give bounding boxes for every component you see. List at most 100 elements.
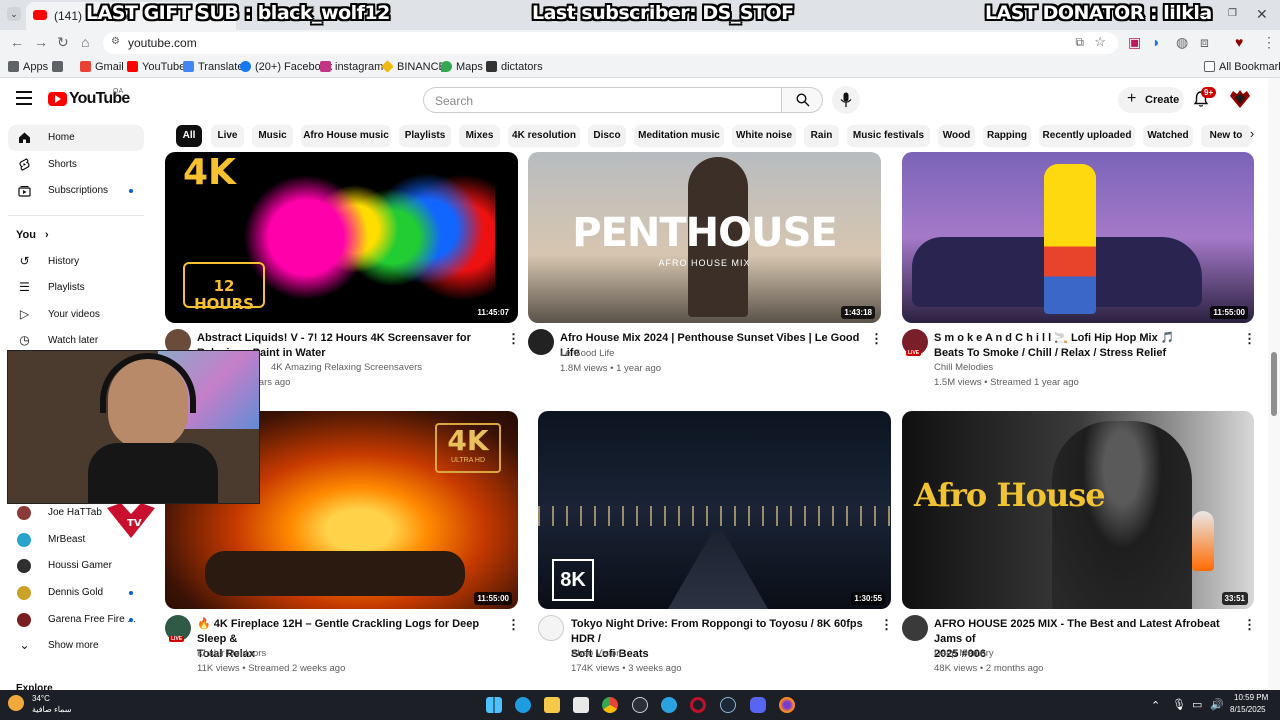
channel-avatar[interactable] [538, 615, 564, 641]
bookmark-youtube[interactable]: YouTube [127, 61, 185, 73]
chip-music[interactable]: Music [252, 125, 293, 147]
more-options-icon[interactable]: ⋮ [507, 617, 520, 633]
chip-mixes[interactable]: Mixes [459, 125, 500, 147]
scrollbar-thumb[interactable] [1271, 352, 1277, 416]
all-bookmarks[interactable]: All Bookmarks [1204, 61, 1280, 73]
sidebar-sub-garena-free-fire[interactable]: Garena Free Fire ... [8, 607, 144, 633]
search-input[interactable]: Search [423, 87, 782, 113]
tray-chevron-up-icon[interactable]: ⌃ [1151, 699, 1160, 712]
search-button[interactable] [781, 87, 823, 113]
chip-meditation-music[interactable]: Meditation music [634, 125, 724, 147]
account-avatar[interactable] [1229, 89, 1251, 109]
telegram-icon[interactable] [661, 697, 677, 713]
video-title[interactable]: S m o k e A n d C h i l l 🚬 Lofi Hip Hop… [934, 331, 1234, 361]
extension-icon-2[interactable]: ◗ [1152, 34, 1160, 50]
bookmark-translate[interactable]: Translate [183, 61, 243, 73]
tab-search-icon[interactable]: ⌄ [7, 7, 21, 21]
firefox-icon[interactable] [779, 697, 795, 713]
file-explorer-icon[interactable] [544, 697, 560, 713]
video-thumbnail-3[interactable]: 11:55:00 [902, 152, 1254, 323]
sidebar-item-shorts[interactable]: Shorts [8, 152, 144, 178]
home-browser-icon[interactable]: ⌂ [81, 34, 89, 50]
sidebar-show-more[interactable]: ⌄ Show more [8, 633, 144, 659]
chevron-right-icon[interactable]: › [1242, 126, 1262, 146]
chip-wood[interactable]: Wood [938, 125, 975, 147]
site-info-icon[interactable]: ⚙ [111, 36, 120, 47]
bookmark-instagram[interactable]: instagram [320, 61, 383, 73]
video-channel[interactable]: Chill Melodies [934, 360, 993, 375]
bookmark-maps[interactable]: Maps [441, 61, 483, 73]
extensions-puzzle-icon[interactable]: ⧈ [1200, 34, 1209, 51]
chip-live[interactable]: Live [211, 125, 244, 147]
video-channel[interactable]: Khabir Outdoors [197, 646, 266, 661]
video-channel[interactable]: Abao Vision [571, 646, 622, 661]
sidebar-sub-houssi-gamer[interactable]: Houssi Gamer [8, 553, 144, 579]
sidebar-item-home[interactable]: Home [8, 125, 144, 151]
url-field[interactable]: ⚙ youtube.com ⧉ ☆ [103, 32, 1118, 54]
bookmark-gmail[interactable]: Gmail [80, 61, 124, 73]
menu-icon[interactable] [16, 91, 32, 105]
video-channel[interactable]: 4K Amazing Relaxing Screensavers [271, 360, 422, 375]
create-button[interactable]: + Create [1118, 87, 1184, 113]
windows-start-icon[interactable] [486, 697, 502, 713]
video-thumbnail-5[interactable]: 8K 1:30:55 [538, 411, 891, 609]
edge-icon[interactable] [515, 697, 531, 713]
bookmark-facebook[interactable]: (20+) Facebook [240, 61, 332, 73]
extension-icon-1[interactable]: ▣ [1128, 34, 1141, 51]
restore-icon[interactable]: ❐ [1228, 8, 1237, 19]
channel-avatar[interactable] [528, 329, 554, 355]
chip-all[interactable]: All [176, 125, 202, 147]
store-icon[interactable] [573, 697, 589, 713]
profile-icon[interactable]: ♥ [1235, 34, 1243, 50]
chip-rapping[interactable]: Rapping [983, 125, 1031, 147]
more-options-icon[interactable]: ⋮ [880, 617, 893, 633]
close-window-icon[interactable]: ✕ [1256, 6, 1268, 23]
sidebar-item-history[interactable]: ↺ History [8, 249, 144, 275]
chip-recently-uploaded[interactable]: Recently uploaded [1039, 125, 1135, 147]
chip-disco[interactable]: Disco [588, 125, 626, 147]
more-options-icon[interactable]: ⋮ [507, 331, 520, 347]
reload-icon[interactable]: ↻ [57, 34, 69, 51]
steam-icon[interactable] [720, 697, 736, 713]
tray-mic-icon[interactable]: 🎙 [1172, 698, 1186, 711]
chatgpt-icon[interactable] [632, 697, 648, 713]
sidebar-you-header[interactable]: You › [16, 229, 49, 241]
video-thumbnail-6[interactable]: Afro House 33:51 [902, 411, 1254, 609]
chip-white-noise[interactable]: White noise [732, 125, 796, 147]
clock-date[interactable]: 8/15/2025 [1230, 705, 1266, 714]
chip-afro-house-music[interactable]: Afro House music [301, 125, 391, 147]
chip-watched[interactable]: Watched [1143, 125, 1193, 147]
chrome-menu-icon[interactable]: ⋮ [1262, 34, 1276, 51]
opera-icon[interactable] [690, 697, 706, 713]
video-thumbnail-1[interactable]: 4K 12 HOURS 11:45:07 [165, 152, 518, 323]
sidebar-item-playlists[interactable]: ☰ Playlists [8, 275, 144, 301]
sidebar-item-your-videos[interactable]: ▷ Your videos [8, 302, 144, 328]
sidebar-sub-dennis-gold[interactable]: Dennis Gold [8, 580, 144, 606]
more-options-icon[interactable]: ⋮ [1243, 617, 1256, 633]
minimize-icon[interactable]: – [1198, 6, 1206, 22]
tray-volume-icon[interactable]: 🔊 [1210, 698, 1224, 711]
bookmark-star-icon[interactable]: ☆ [1094, 34, 1106, 50]
chip-music-festivals[interactable]: Music festivals [847, 125, 930, 147]
chip-rain[interactable]: Rain [804, 125, 839, 147]
voice-search-button[interactable] [832, 86, 860, 114]
back-icon[interactable]: ← [10, 34, 24, 50]
discord-icon[interactable] [750, 697, 766, 713]
bookmark-dictators[interactable]: dictators [486, 61, 543, 73]
extension-icon-3[interactable]: ◍ [1176, 34, 1188, 51]
install-icon[interactable]: ⧉ [1075, 35, 1084, 50]
bookmark-apps[interactable]: Apps [8, 61, 48, 73]
bookmark-binance[interactable]: BINANCE [381, 60, 446, 73]
video-channel[interactable]: Le Good Life [560, 346, 614, 361]
more-options-icon[interactable]: ⋮ [870, 331, 883, 347]
weather-widget[interactable]: 34°C سماء صافية [8, 693, 88, 717]
chip-4k-resolution[interactable]: 4K resolution [508, 125, 580, 147]
sidebar-item-subscriptions[interactable]: Subscriptions [8, 178, 144, 204]
video-channel[interactable]: Deep Memory [934, 646, 994, 661]
clock-time[interactable]: 10:59 PM [1234, 693, 1268, 702]
video-thumbnail-2[interactable]: PENTHOUSE AFRO HOUSE MIX 1:43:18 [528, 152, 881, 323]
bookmark-tab-groups[interactable] [52, 61, 67, 73]
chip-playlists[interactable]: Playlists [399, 125, 451, 147]
more-options-icon[interactable]: ⋮ [1243, 331, 1256, 347]
chrome-icon[interactable] [602, 697, 618, 713]
